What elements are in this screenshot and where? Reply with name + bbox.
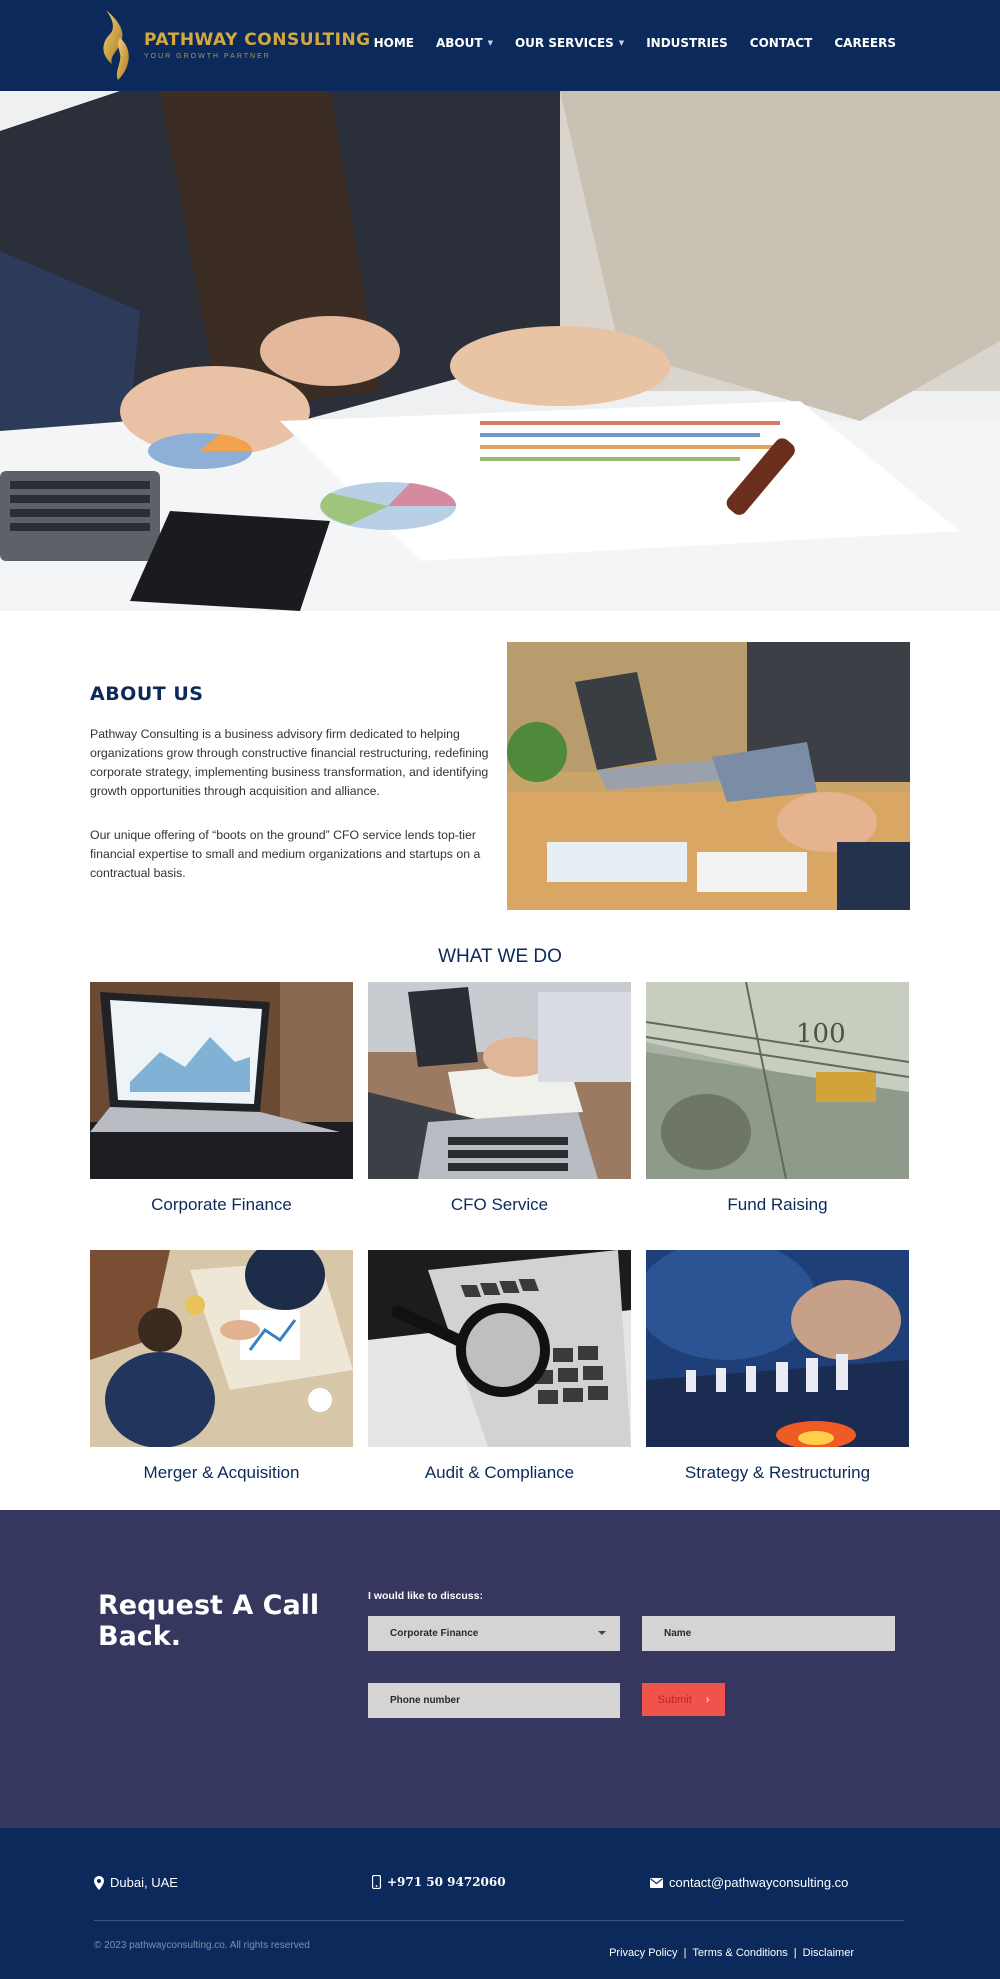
service-label[interactable]: Strategy & Restructuring bbox=[646, 1463, 909, 1483]
privacy-policy-link[interactable]: Privacy Policy bbox=[609, 1947, 677, 1959]
phone-text: +971 50 9472060 bbox=[387, 1875, 506, 1889]
terms-conditions-link[interactable]: Terms & Conditions bbox=[692, 1947, 787, 1959]
chevron-down-icon bbox=[598, 1631, 606, 1635]
service-image-cfo-service[interactable] bbox=[368, 982, 631, 1179]
nav-our-services[interactable]: OUR SERVICES ▼ bbox=[515, 36, 624, 50]
link-separator: | bbox=[683, 1947, 687, 1959]
topic-select[interactable]: Corporate Finance bbox=[368, 1616, 620, 1651]
footer-location: Dubai, UAE bbox=[94, 1875, 178, 1890]
nav-label: CAREERS bbox=[834, 36, 896, 50]
copyright-text: © 2023 pathwayconsulting.co. All rights … bbox=[94, 1940, 310, 1951]
request-callback-section: Request A Call Back. I would like to dis… bbox=[0, 1510, 1000, 1828]
service-label[interactable]: CFO Service bbox=[368, 1195, 631, 1215]
service-image-merger-acquisition[interactable] bbox=[90, 1250, 353, 1447]
nav-label: CONTACT bbox=[749, 36, 813, 50]
brand-name: PATHWAY CONSULTING bbox=[144, 30, 371, 50]
nav-industries[interactable]: INDUSTRIES bbox=[646, 36, 728, 50]
about-title: ABOUT US bbox=[90, 683, 204, 705]
chevron-down-icon: ▼ bbox=[487, 39, 493, 47]
service-image-audit-compliance[interactable] bbox=[368, 1250, 631, 1447]
service-label[interactable]: Audit & Compliance bbox=[368, 1463, 631, 1483]
nav-label: INDUSTRIES bbox=[646, 36, 728, 50]
submit-button[interactable]: Submit › bbox=[642, 1683, 725, 1716]
service-image-strategy-restructuring[interactable] bbox=[646, 1250, 909, 1447]
footer-email[interactable]: contact@pathwayconsulting.co bbox=[650, 1875, 848, 1890]
phone-field-placeholder: Phone number bbox=[390, 1695, 461, 1706]
main-nav: HOME ABOUT ▼ OUR SERVICES ▼ INDUSTRIES CON… bbox=[352, 36, 896, 50]
business-meeting-photo bbox=[0, 91, 1000, 611]
callback-title: Request A Call Back. bbox=[98, 1590, 320, 1652]
site-header: PATHWAY CONSULTING YOUR GROWTH PARTNER H… bbox=[0, 0, 1000, 91]
chevron-right-icon: › bbox=[705, 1693, 710, 1706]
submit-label: Submit bbox=[657, 1693, 692, 1706]
laptop-documents-photo bbox=[368, 982, 631, 1179]
svg-text:100: 100 bbox=[796, 1019, 846, 1049]
chess-strategy-photo bbox=[646, 1250, 909, 1447]
topic-select-value: Corporate Finance bbox=[390, 1628, 479, 1639]
service-label[interactable]: Fund Raising bbox=[646, 1195, 909, 1215]
service-image-corporate-finance[interactable] bbox=[90, 982, 353, 1179]
mobile-phone-icon bbox=[372, 1875, 381, 1889]
service-label[interactable]: Merger & Acquisition bbox=[90, 1463, 353, 1483]
nav-about[interactable]: ABOUT ▼ bbox=[436, 36, 493, 50]
laptop-meeting-photo bbox=[507, 642, 910, 910]
about-paragraph: Our unique offering of “boots on the gro… bbox=[90, 828, 481, 880]
dollar-bills-photo: 100 bbox=[646, 982, 909, 1179]
hero-image bbox=[0, 91, 1000, 611]
nav-contact[interactable]: CONTACT bbox=[750, 36, 813, 50]
nav-home[interactable]: HOME bbox=[374, 36, 414, 50]
email-text: contact@pathwayconsulting.co bbox=[669, 1875, 849, 1890]
what-we-do-title: WHAT WE DO bbox=[438, 946, 562, 967]
disclaimer-link[interactable]: Disclaimer bbox=[803, 1947, 854, 1959]
footer-legal-links: Privacy Policy | Terms & Conditions | Di… bbox=[609, 1947, 854, 1959]
laptop-dashboard-photo bbox=[90, 982, 353, 1179]
footer-divider bbox=[94, 1920, 904, 1921]
nav-label: OUR SERVICES bbox=[514, 36, 614, 50]
discuss-label: I would like to discuss: bbox=[368, 1590, 483, 1602]
about-image bbox=[507, 642, 910, 910]
location-text: Dubai, UAE bbox=[110, 1875, 178, 1890]
footer-phone[interactable]: +971 50 9472060 bbox=[372, 1875, 506, 1889]
map-pin-icon bbox=[94, 1875, 104, 1890]
brand-logo[interactable]: PATHWAY CONSULTING YOUR GROWTH PARTNER bbox=[92, 8, 371, 82]
flame-logo-icon bbox=[103, 10, 129, 80]
envelope-icon bbox=[650, 1877, 663, 1888]
chevron-down-icon: ▼ bbox=[618, 39, 625, 47]
nav-label: ABOUT bbox=[435, 36, 483, 50]
brand-tagline: YOUR GROWTH PARTNER bbox=[144, 53, 271, 60]
name-field[interactable]: Name bbox=[642, 1616, 895, 1651]
phone-field[interactable]: Phone number bbox=[368, 1683, 620, 1718]
magnifier-keyboard-photo bbox=[368, 1250, 631, 1447]
site-footer: Dubai, UAE +971 50 9472060 contact@pathw… bbox=[0, 1828, 1000, 1979]
handshake-table-photo bbox=[90, 1250, 353, 1447]
nav-careers[interactable]: CAREERS bbox=[834, 36, 896, 50]
link-separator: | bbox=[793, 1947, 797, 1959]
nav-label: HOME bbox=[373, 36, 414, 50]
service-label[interactable]: Corporate Finance bbox=[90, 1195, 353, 1215]
name-field-placeholder: Name bbox=[664, 1628, 692, 1639]
about-paragraph: Pathway Consulting is a business advisor… bbox=[90, 727, 489, 798]
service-image-fund-raising[interactable]: 100 bbox=[646, 982, 909, 1179]
